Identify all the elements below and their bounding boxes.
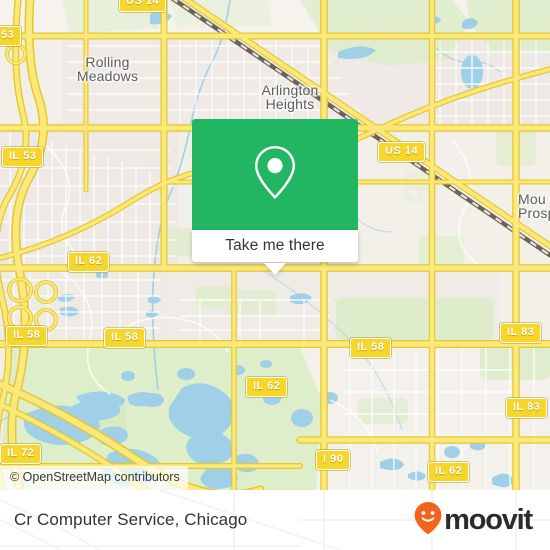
highway-shield: US 14: [119, 0, 167, 12]
highway-shield: 53: [0, 26, 22, 46]
location-title: Cr Computer Service, Chicago: [14, 510, 248, 529]
take-me-there-label: Take me there: [225, 237, 325, 254]
callout-pin-area: [192, 119, 358, 230]
map-screenshot: Rolling Meadows Arlington Heights Mou Pr…: [0, 0, 550, 550]
highway-shield: IL 62: [68, 252, 110, 272]
osm-attribution[interactable]: © OpenStreetMap contributors: [0, 466, 188, 490]
footer-bar: Cr Computer Service, Chicago moovit: [0, 490, 550, 550]
callout-pointer: [264, 263, 286, 275]
moovit-wordmark: moovit: [444, 503, 533, 536]
highway-shield: IL 58: [6, 326, 48, 346]
highway-shield: IL 83: [500, 323, 542, 343]
moovit-smiley-pin-icon: [413, 501, 443, 540]
highway-shield: US 14: [378, 142, 426, 162]
highway-shield: IL 62: [428, 462, 470, 482]
highway-shield: IL 58: [350, 338, 392, 358]
callout-action[interactable]: Take me there: [192, 230, 358, 262]
moovit-logo[interactable]: moovit: [413, 501, 533, 540]
highway-shield: I 90: [316, 450, 351, 470]
highway-shield: IL 62: [246, 377, 288, 397]
take-me-there-callout[interactable]: Take me there: [192, 119, 358, 262]
highway-shield: IL 83: [506, 398, 548, 418]
highway-shield: IL 53: [2, 147, 44, 167]
location-pin-icon: [252, 144, 298, 205]
highway-shield: IL 58: [104, 328, 146, 348]
map-canvas[interactable]: Rolling Meadows Arlington Heights Mou Pr…: [0, 0, 550, 490]
highway-shield: IL 72: [0, 444, 42, 464]
